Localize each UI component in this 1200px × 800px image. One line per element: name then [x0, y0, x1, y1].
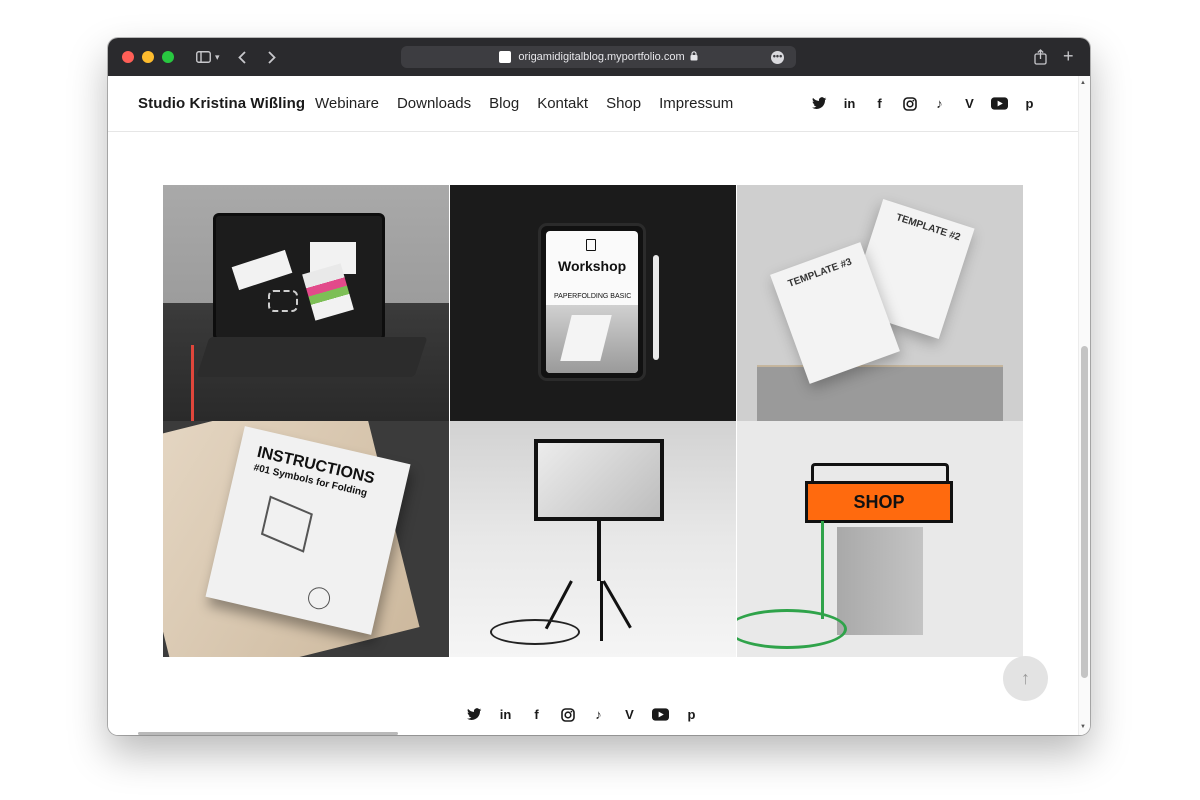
shop-sign: SHOP	[805, 481, 953, 523]
lock-icon	[690, 50, 698, 64]
pedestal	[757, 367, 1003, 421]
main-nav: Webinare Downloads Blog Kontakt Shop Imp…	[315, 95, 733, 112]
nav-item-webinare[interactable]: Webinare	[315, 95, 379, 112]
minimize-window-button[interactable]	[142, 51, 154, 63]
youtube-icon[interactable]	[991, 95, 1008, 112]
template-2-label: TEMPLATE #2	[894, 212, 962, 244]
paper-clips	[268, 290, 298, 312]
gallery-tile-display-stand[interactable]	[450, 421, 736, 657]
page-menu-button[interactable]: •••	[771, 51, 784, 64]
logo-icon	[586, 239, 596, 251]
pinterest-icon[interactable]: p	[683, 706, 700, 723]
address-bar[interactable]: origamidigitalblog.myportfolio.com •••	[401, 46, 796, 68]
workshop-subtitle: PAPERFOLDING BASIC	[554, 293, 632, 300]
footer-social-links: in f ♪ V p	[466, 706, 700, 723]
fold-diagram	[260, 495, 313, 553]
stylus-pen	[653, 255, 659, 360]
gallery-tile-laptop[interactable]	[163, 185, 449, 421]
stand-pole	[597, 521, 601, 581]
nav-item-kontakt[interactable]: Kontakt	[537, 95, 588, 112]
youtube-icon[interactable]	[652, 706, 669, 723]
horizontal-scrollbar[interactable]	[138, 732, 398, 735]
pinterest-icon[interactable]: p	[1021, 95, 1038, 112]
nav-item-downloads[interactable]: Downloads	[397, 95, 471, 112]
facebook-icon[interactable]: f	[871, 95, 888, 112]
gallery-tile-workshop[interactable]: Workshop PAPERFOLDING BASIC	[450, 185, 736, 421]
browser-titlebar: ▾ origamidigitalblog.myportfolio.com •••…	[108, 38, 1090, 76]
nav-item-impressum[interactable]: Impressum	[659, 95, 733, 112]
url-text: origamidigitalblog.myportfolio.com	[518, 51, 685, 63]
folded-paper	[560, 315, 612, 361]
green-cable	[737, 609, 847, 649]
workshop-title: Workshop	[558, 258, 627, 274]
logo-badge	[305, 585, 333, 612]
concrete-block	[837, 527, 923, 635]
gallery-tile-instructions[interactable]: INSTRUCTIONS #01 Symbols for Folding	[163, 421, 449, 657]
linkedin-icon[interactable]: in	[841, 95, 858, 112]
red-cable	[191, 345, 194, 421]
header-social-links: in f ♪ V p	[811, 95, 1038, 112]
chevron-down-icon[interactable]: ▾	[215, 52, 220, 63]
back-button[interactable]	[237, 50, 246, 64]
page-viewport: Studio Kristina Wißling Webinare Downloa…	[108, 76, 1090, 735]
nav-item-shop[interactable]: Shop	[606, 95, 641, 112]
cable-coil	[490, 619, 580, 645]
browser-window: ▾ origamidigitalblog.myportfolio.com •••…	[108, 38, 1090, 735]
scroll-down-arrow-icon[interactable]: ▼	[1080, 724, 1086, 730]
gallery-tile-shop[interactable]: SHOP	[737, 421, 1023, 657]
zoom-window-button[interactable]	[162, 51, 174, 63]
business-card	[231, 249, 293, 291]
close-window-button[interactable]	[122, 51, 134, 63]
tiktok-icon[interactable]: ♪	[931, 95, 948, 112]
project-gallery: Workshop PAPERFOLDING BASIC TEMPLATE #2	[163, 185, 1023, 657]
scrollbar-thumb[interactable]	[1081, 346, 1088, 678]
stand-leg-right	[602, 580, 632, 629]
sign-frame	[811, 463, 949, 481]
green-cable-drop	[821, 521, 824, 619]
tablet-screen: Workshop PAPERFOLDING BASIC	[546, 231, 638, 373]
window-controls	[122, 51, 174, 63]
stand-leg-center	[600, 581, 603, 641]
favicon-icon	[499, 51, 512, 63]
twitter-icon[interactable]	[811, 95, 828, 112]
site-header: Studio Kristina Wißling Webinare Downloa…	[108, 76, 1078, 132]
site-brand[interactable]: Studio Kristina Wißling	[138, 95, 305, 112]
scroll-up-arrow-icon[interactable]: ▲	[1080, 80, 1086, 86]
facebook-icon[interactable]: f	[528, 706, 545, 723]
nav-item-blog[interactable]: Blog	[489, 95, 519, 112]
template-3-label: TEMPLATE #3	[786, 256, 854, 290]
new-tab-button[interactable]: +	[1063, 46, 1074, 67]
display-monitor	[534, 439, 664, 521]
sidebar-toggle-icon[interactable]	[196, 51, 211, 63]
vimeo-icon[interactable]: V	[961, 95, 978, 112]
instagram-icon[interactable]	[901, 95, 918, 112]
linkedin-icon[interactable]: in	[497, 706, 514, 723]
back-to-top-button[interactable]: ↑	[1003, 656, 1048, 701]
laptop-keyboard	[196, 337, 428, 377]
twitter-icon[interactable]	[466, 706, 483, 723]
laptop-screen	[213, 213, 385, 341]
tiktok-icon[interactable]: ♪	[590, 706, 607, 723]
tablet-device: Workshop PAPERFOLDING BASIC	[538, 223, 646, 381]
gallery-tile-templates[interactable]: TEMPLATE #2 TEMPLATE #3	[737, 185, 1023, 421]
forward-button[interactable]	[267, 50, 276, 64]
workshop-image	[546, 305, 638, 373]
instagram-icon[interactable]	[559, 706, 576, 723]
vimeo-icon[interactable]: V	[621, 706, 638, 723]
share-icon[interactable]	[1034, 49, 1047, 70]
